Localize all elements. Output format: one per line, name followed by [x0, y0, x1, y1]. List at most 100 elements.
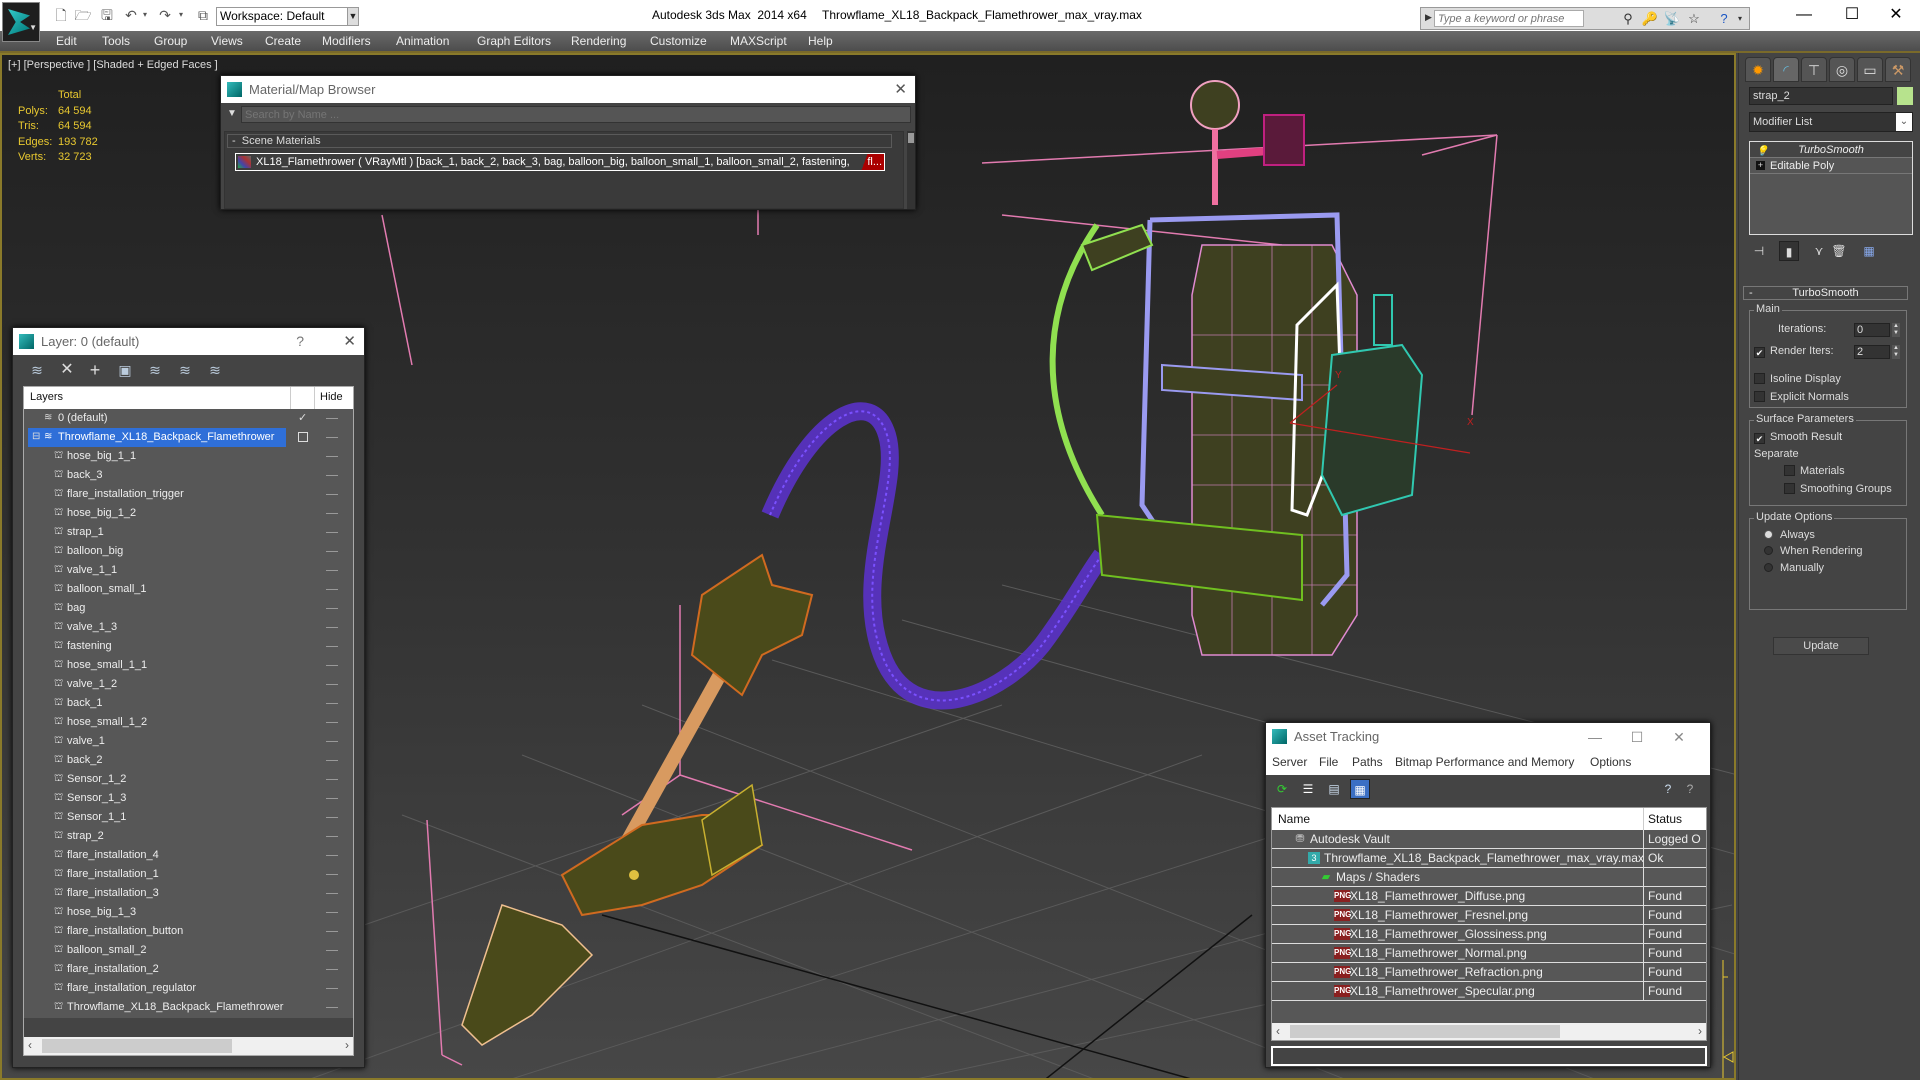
menu-help[interactable]: Help: [808, 34, 833, 48]
hide-toggle[interactable]: [326, 874, 338, 875]
track-bar-marker[interactable]: [1718, 960, 1738, 1080]
object-name-field[interactable]: [1749, 87, 1893, 105]
hide-toggle[interactable]: [326, 950, 338, 951]
hide-toggle[interactable]: [326, 817, 338, 818]
spinner-arrows-icon[interactable]: ▲ ▼: [1892, 323, 1900, 337]
layer-object-row[interactable]: ⛫ hose_small_1_2: [24, 713, 353, 732]
layer-object-row[interactable]: ⛫ back_1: [24, 694, 353, 713]
hide-toggle[interactable]: [326, 798, 338, 799]
table-view-icon[interactable]: ▦: [1350, 779, 1370, 799]
layer-object-row[interactable]: ⛫ flare_installation_3: [24, 884, 353, 903]
menu-group[interactable]: Group: [154, 34, 187, 48]
help-icon[interactable]: ?: [296, 328, 304, 355]
scroll-left-icon[interactable]: ‹: [1276, 1024, 1280, 1038]
asset-path-status-field[interactable]: [1271, 1046, 1707, 1066]
layer-object-row[interactable]: ⛫ hose_big_1_2: [24, 504, 353, 523]
menu-edit[interactable]: Edit: [56, 34, 77, 48]
create-layer-icon[interactable]: ≋: [27, 360, 47, 380]
menu-customize[interactable]: Customize: [650, 34, 707, 48]
materials-checkbox[interactable]: Materials: [1784, 465, 1845, 477]
collapse-icon[interactable]: -: [1749, 287, 1753, 299]
layer-object-row[interactable]: ⛫ flare_installation_regulator: [24, 979, 353, 998]
current-layer-checkbox[interactable]: [298, 432, 308, 442]
make-unique-icon[interactable]: ⋎: [1809, 241, 1829, 261]
menu-tools[interactable]: Tools: [102, 34, 130, 48]
minimize-button[interactable]: —: [1782, 3, 1826, 27]
help-dropdown-icon[interactable]: ▾: [1731, 10, 1749, 28]
hide-toggle[interactable]: [326, 532, 338, 533]
layer-object-row[interactable]: ⛫ flare_installation_1: [24, 865, 353, 884]
hide-toggle[interactable]: [326, 608, 338, 609]
current-layer-check-icon[interactable]: ✓: [298, 409, 307, 428]
hide-toggle[interactable]: [326, 779, 338, 780]
layer-object-row[interactable]: ⛫ hose_big_1_1: [24, 447, 353, 466]
scroll-right-icon[interactable]: ›: [1698, 1024, 1702, 1038]
hide-toggle[interactable]: [326, 494, 338, 495]
menu-server[interactable]: Server: [1272, 755, 1307, 769]
add-to-layer-icon[interactable]: +: [85, 360, 105, 380]
layer-row-default[interactable]: ≋ 0 (default) ✓: [24, 409, 353, 428]
layer-object-row[interactable]: ⛫ flare_installation_2: [24, 960, 353, 979]
render-iters-spinner[interactable]: [1854, 345, 1890, 359]
layer-object-row[interactable]: ⛫ strap_1: [24, 523, 353, 542]
layer-object-row[interactable]: ⛫ valve_1_2: [24, 675, 353, 694]
layer-object-row[interactable]: ⛫ Sensor_1_3: [24, 789, 353, 808]
asset-tracking-titlebar[interactable]: Asset Tracking — ☐ ✕: [1266, 723, 1710, 751]
create-tab-icon[interactable]: ✹: [1745, 57, 1771, 82]
menu-bitmap-performance[interactable]: Bitmap Performance and Memory: [1395, 755, 1574, 769]
scroll-right-icon[interactable]: ›: [345, 1038, 349, 1052]
expand-arrow-icon[interactable]: ▶: [1425, 12, 1432, 23]
key-icon[interactable]: 🔑: [1641, 10, 1659, 28]
menu-views[interactable]: Views: [211, 34, 243, 48]
layer-window-titlebar[interactable]: Layer: 0 (default) ? ✕: [13, 328, 364, 355]
layer-object-row[interactable]: ⛫ balloon_big: [24, 542, 353, 561]
collapse-icon[interactable]: ⊟: [32, 432, 42, 442]
hide-toggle[interactable]: [326, 513, 338, 514]
hide-toggle[interactable]: [326, 855, 338, 856]
layer-object-row[interactable]: ⛫ flare_installation_trigger: [24, 485, 353, 504]
asset-row[interactable]: PNG XL18_Flamethrower_Specular.png Found: [1272, 982, 1706, 1001]
checkbox-checked-icon[interactable]: ✔: [1754, 433, 1765, 444]
hide-toggle[interactable]: [326, 760, 338, 761]
star-icon[interactable]: ☆: [1685, 10, 1703, 28]
hide-toggle[interactable]: [326, 1007, 338, 1008]
layer-object-row[interactable]: ⛫ Throwflame_XL18_Backpack_Flamethrower: [24, 998, 353, 1017]
search-by-name-input[interactable]: [241, 106, 911, 123]
close-button[interactable]: ✕: [1658, 723, 1700, 751]
maximize-button[interactable]: ☐: [1830, 3, 1874, 27]
menu-paths[interactable]: Paths: [1352, 755, 1383, 769]
layer-object-row[interactable]: ⛫ balloon_small_1: [24, 580, 353, 599]
binoculars-icon[interactable]: ⚲: [1619, 10, 1637, 28]
menu-options[interactable]: Options: [1590, 755, 1631, 769]
refresh-icon[interactable]: ⟳: [1272, 779, 1292, 799]
app-menu-button[interactable]: ▼: [2, 2, 40, 42]
menu-modifiers[interactable]: Modifiers: [322, 34, 371, 48]
maximize-button[interactable]: ☐: [1616, 723, 1658, 751]
layer-object-row[interactable]: ⛫ bag: [24, 599, 353, 618]
menu-graph-editors[interactable]: Graph Editors: [477, 34, 551, 48]
hide-toggle[interactable]: [326, 665, 338, 666]
checkbox-checked-icon[interactable]: ✔: [1754, 347, 1765, 358]
column-name[interactable]: Name: [1278, 812, 1310, 826]
update-when-rendering-radio[interactable]: When Rendering: [1764, 545, 1863, 557]
explicit-normals-checkbox[interactable]: Explicit Normals: [1754, 391, 1849, 403]
hide-toggle[interactable]: [326, 646, 338, 647]
close-icon[interactable]: ✕: [343, 328, 356, 355]
layer-object-row[interactable]: ⛫ flare_installation_4: [24, 846, 353, 865]
hide-toggle[interactable]: [326, 627, 338, 628]
layer-object-row[interactable]: ⛫ Sensor_1_2: [24, 770, 353, 789]
update-manually-radio[interactable]: Manually: [1764, 562, 1824, 574]
layer-settings-icon[interactable]: ≋: [205, 360, 225, 380]
scroll-left-icon[interactable]: ‹: [28, 1038, 32, 1052]
hide-toggle[interactable]: [326, 893, 338, 894]
spinner-arrows-icon[interactable]: ▲ ▼: [1892, 345, 1900, 359]
hide-toggle[interactable]: [326, 475, 338, 476]
asset-row[interactable]: PNG XL18_Flamethrower_Refraction.png Found: [1272, 963, 1706, 982]
menu-animation[interactable]: Animation: [396, 34, 449, 48]
minimize-button[interactable]: —: [1574, 723, 1616, 751]
smooth-result-checkbox[interactable]: ✔ Smooth Result: [1754, 431, 1842, 444]
hide-toggle[interactable]: [326, 684, 338, 685]
pin-stack-icon[interactable]: ⊣: [1749, 241, 1769, 261]
list-view-icon[interactable]: ☰: [1298, 779, 1318, 799]
column-status[interactable]: Status: [1648, 812, 1682, 826]
